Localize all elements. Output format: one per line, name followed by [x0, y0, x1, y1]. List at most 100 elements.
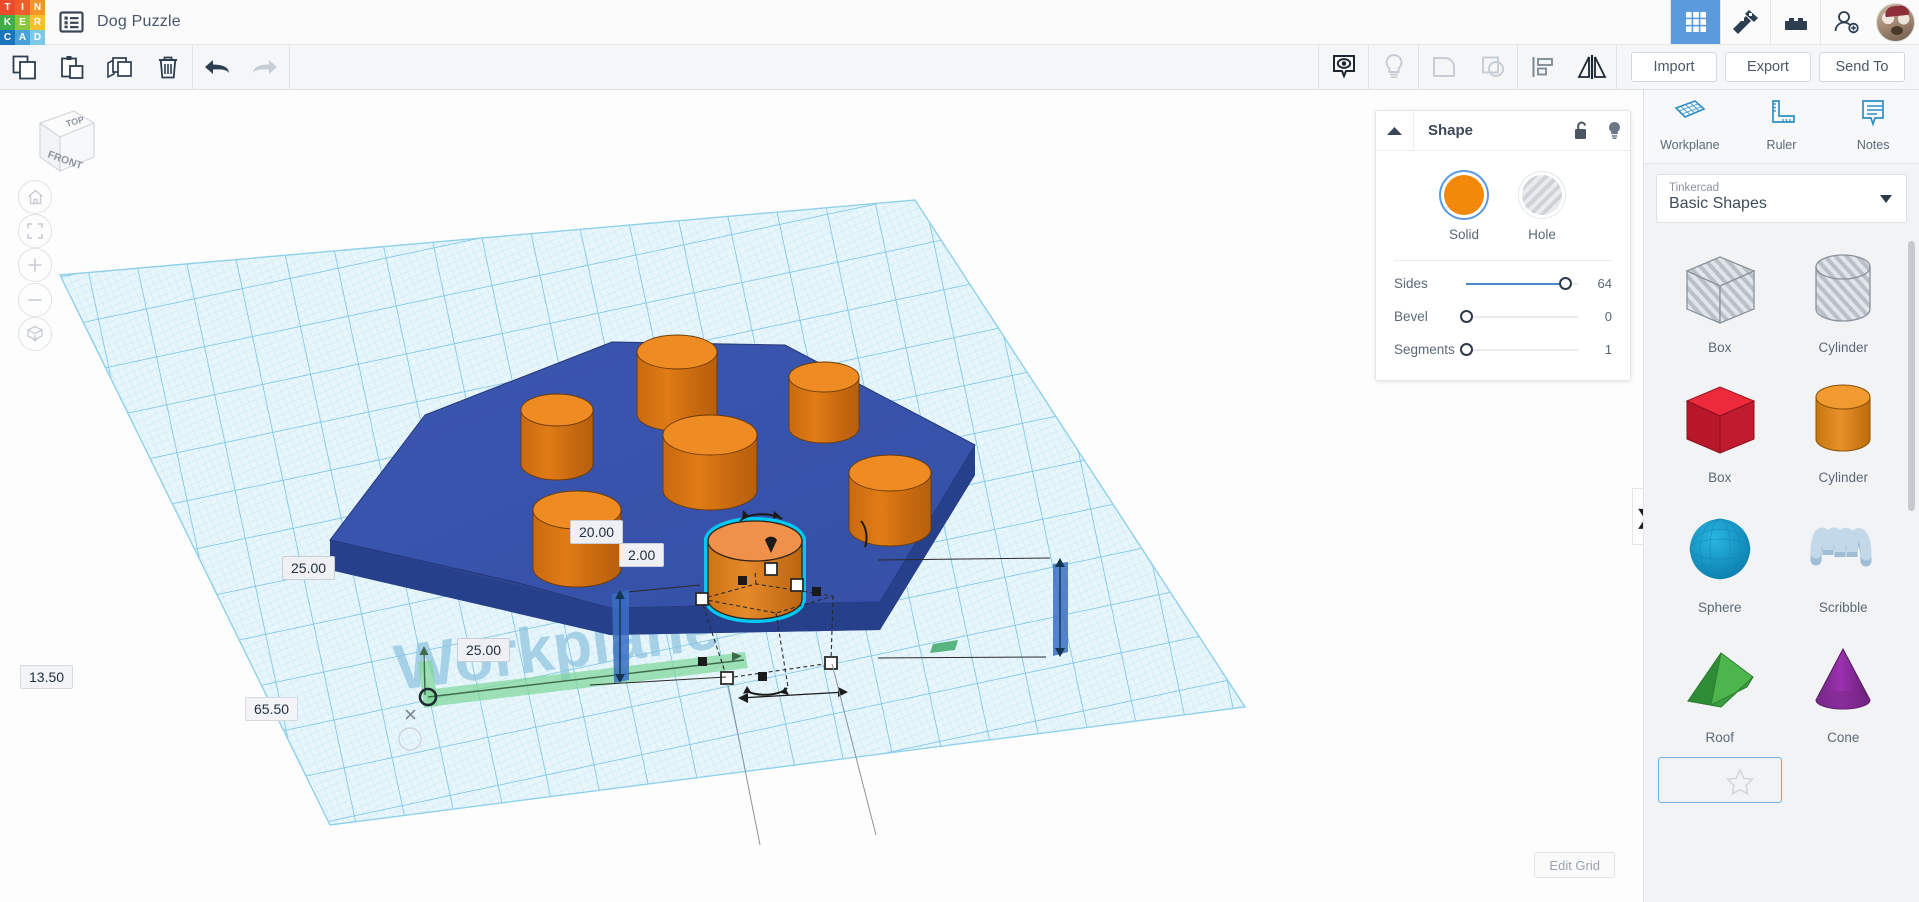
favorite-star-icon — [1725, 768, 1754, 796]
delete-button[interactable] — [144, 45, 192, 90]
bevel-slider[interactable] — [1460, 309, 1578, 324]
shape-item-cylinder-hole[interactable]: Cylinder — [1782, 237, 1906, 359]
group-button[interactable] — [1419, 45, 1468, 90]
shapes-gallery[interactable]: Box Cylinder Box Cylinder Sphere Scribbl… — [1644, 231, 1919, 902]
export-button[interactable]: Export — [1725, 52, 1811, 82]
copy-icon — [12, 55, 36, 79]
cylinder-4 — [662, 414, 758, 511]
edit-grid-button[interactable]: Edit Grid — [1534, 852, 1615, 878]
library-name: Basic Shapes — [1669, 195, 1767, 212]
projection-toggle-button[interactable] — [18, 317, 52, 351]
redo-button[interactable] — [241, 45, 289, 90]
tinkercad-logo[interactable]: T I N K E R C A D — [0, 0, 45, 45]
segments-value[interactable]: 1 — [1578, 342, 1612, 357]
shape-name-0: Box — [1708, 340, 1732, 355]
hole-option[interactable]: Hole — [1522, 175, 1562, 242]
segments-slider[interactable] — [1460, 342, 1578, 357]
logo-letter-8: D — [30, 30, 45, 45]
gallery-grid-button[interactable] — [1670, 0, 1720, 44]
duplicate-button[interactable] — [96, 45, 144, 90]
shape-lock-button[interactable] — [1566, 121, 1598, 140]
scribble-thumbnail — [1810, 527, 1872, 567]
solid-hole-selector: Solid Hole — [1394, 175, 1612, 242]
fit-view-button[interactable] — [18, 214, 52, 248]
tool-workplane[interactable]: Workplane — [1648, 98, 1732, 152]
shape-item-cylinder-orange[interactable]: Cylinder — [1782, 367, 1906, 489]
segments-knob[interactable] — [1460, 342, 1473, 356]
width-dimension-label[interactable]: 25.00 — [282, 556, 336, 581]
handle-mid-3 — [698, 657, 707, 666]
dim-arrow-right — [1053, 558, 1068, 657]
paste-button[interactable] — [48, 45, 96, 90]
mirror-button[interactable] — [1567, 45, 1616, 90]
add-person-icon — [1834, 11, 1859, 34]
workplane-y-offset-label[interactable]: 13.50 — [20, 665, 74, 690]
shapes-scrollbar[interactable] — [1908, 241, 1915, 511]
workplane-x-offset-label[interactable]: 65.50 — [245, 697, 299, 722]
shape-item-scribble[interactable]: Scribble — [1782, 497, 1906, 619]
topbar-right-group — [1670, 0, 1919, 44]
tinker-hammer-button[interactable] — [1720, 0, 1770, 44]
tool-notes[interactable]: Notes — [1831, 98, 1915, 152]
toolbar-divider-2 — [289, 44, 290, 90]
shape-item-roof[interactable]: Roof — [1658, 627, 1782, 749]
workplane-grid-icon — [1674, 100, 1706, 118]
align-button[interactable] — [1518, 45, 1567, 90]
shape-item-box-hole[interactable]: Box — [1658, 237, 1782, 359]
favorites-slot[interactable] — [1658, 757, 1782, 803]
tool-ruler-label: Ruler — [1766, 138, 1797, 152]
logo-letter-0: T — [0, 0, 15, 15]
logo-letter-5: R — [30, 15, 45, 30]
shape-item-box-red[interactable]: Box — [1658, 367, 1782, 489]
bevel-value[interactable]: 0 — [1578, 309, 1612, 324]
home-view-button[interactable] — [18, 180, 52, 214]
sides-slider[interactable] — [1466, 276, 1578, 291]
ruler-icon — [1772, 100, 1796, 123]
document-list-icon — [58, 11, 84, 33]
shape-panel-collapse-button[interactable] — [1376, 111, 1414, 150]
ungroup-button[interactable] — [1468, 45, 1517, 90]
trash-icon — [159, 56, 177, 78]
document-title[interactable]: Dog Puzzle — [97, 0, 181, 44]
show-hide-button[interactable] — [1319, 45, 1368, 90]
library-select[interactable]: Tinkercad Basic Shapes — [1656, 174, 1907, 223]
plus-icon — [28, 258, 42, 272]
handle-corner-ne — [790, 578, 804, 592]
tool-workplane-label: Workplane — [1660, 138, 1720, 152]
plate-thickness-label[interactable]: 2.00 — [619, 543, 665, 568]
shape-item-sphere[interactable]: Sphere — [1658, 497, 1782, 619]
solid-option[interactable]: Solid — [1444, 175, 1484, 242]
sides-value[interactable]: 64 — [1578, 276, 1612, 291]
tool-ruler[interactable]: Ruler — [1739, 98, 1823, 152]
bevel-knob[interactable] — [1460, 309, 1473, 323]
length-dimension-label[interactable]: 25.00 — [457, 638, 511, 663]
avatar[interactable] — [1876, 3, 1915, 42]
height-dimension-label[interactable]: 20.00 — [570, 520, 624, 545]
zoom-out-button[interactable] — [18, 283, 52, 317]
shape-panel-header: Shape — [1376, 111, 1630, 151]
handle-mid-4 — [758, 672, 767, 681]
zoom-in-button[interactable] — [18, 248, 52, 282]
shape-light-button[interactable] — [1598, 121, 1630, 141]
import-button[interactable]: Import — [1631, 52, 1717, 82]
notes-icon — [1862, 100, 1884, 127]
handle-mid-1 — [738, 576, 747, 585]
light-button[interactable] — [1369, 45, 1418, 90]
copy-button[interactable] — [0, 45, 48, 90]
clipboard-group — [0, 45, 192, 90]
shape-panel-title: Shape — [1428, 122, 1474, 139]
sides-slider-row: Sides 64 — [1394, 267, 1612, 300]
send-to-button[interactable]: Send To — [1819, 52, 1905, 82]
sidebar-tools: Workplane Ruler Notes — [1644, 90, 1919, 164]
sides-knob[interactable] — [1558, 276, 1572, 290]
shape-item-cone[interactable]: Cone — [1782, 627, 1906, 749]
ungroup-icon — [1481, 56, 1504, 77]
blocks-icon — [1784, 18, 1807, 30]
blocks-button[interactable] — [1770, 0, 1820, 44]
undo-button[interactable] — [193, 45, 241, 90]
invite-people-button[interactable] — [1820, 0, 1870, 44]
document-list-button[interactable] — [45, 0, 97, 44]
bevel-label: Bevel — [1394, 309, 1428, 324]
view-cube[interactable]: TOP FRONT — [22, 105, 98, 177]
